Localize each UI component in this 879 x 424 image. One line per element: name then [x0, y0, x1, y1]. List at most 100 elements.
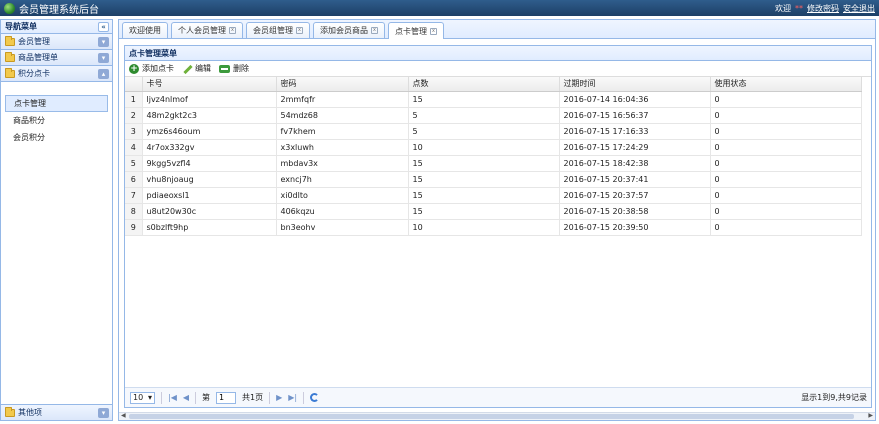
accordion-other[interactable]: 其他项 ▾	[1, 404, 112, 420]
scroll-right-icon[interactable]: ▶	[868, 412, 873, 419]
delete-button[interactable]: 删除	[219, 63, 249, 74]
pager-separator	[269, 391, 271, 404]
logout-link[interactable]: 安全退出	[843, 3, 875, 14]
scrollbar-thumb[interactable]	[129, 414, 854, 419]
table-cell: mbdav3x	[276, 155, 409, 172]
table-row[interactable]: 3 ymz6s46oum fv7khem 5 2016-07-15 17:16:33 0	[125, 123, 862, 140]
horizontal-scrollbar[interactable]: ◀ ▶	[119, 412, 875, 420]
chevron-up-icon[interactable]: ▴	[98, 68, 109, 79]
add-icon: +	[129, 63, 139, 74]
delete-label: 删除	[233, 64, 249, 73]
table-cell: 2016-07-15 16:56:37	[559, 107, 711, 124]
table-cell: exncj7h	[276, 171, 409, 188]
row-number: 1	[125, 91, 143, 108]
close-icon[interactable]: x	[296, 27, 303, 34]
chevron-down-icon[interactable]: ▾	[98, 407, 109, 418]
close-icon[interactable]: x	[229, 27, 236, 34]
table-cell: 0	[710, 155, 862, 172]
row-number: 7	[125, 187, 143, 204]
close-icon[interactable]: x	[371, 27, 378, 34]
sidebar-collapse-icon[interactable]: «	[98, 21, 109, 32]
sidebar-header: 导航菜单 «	[1, 20, 112, 34]
scroll-left-icon[interactable]: ◀	[121, 412, 126, 419]
table-cell: fv7khem	[276, 123, 409, 140]
table-row[interactable]: 1 ljvz4nlmof 2mmfqfr 15 2016-07-14 16:04:36 0	[125, 91, 862, 108]
table-row[interactable]: 9 s0bzlft9hp bn3eohv 10 2016-07-15 20:39:50 0	[125, 219, 862, 236]
sidebar-item-card-management[interactable]: 点卡管理	[5, 95, 108, 112]
chevron-down-icon[interactable]: ▾	[98, 52, 109, 63]
column-header[interactable]: 使用状态	[710, 77, 862, 92]
tab-welcome[interactable]: 欢迎使用	[122, 22, 168, 38]
table-row[interactable]: 4 4r7ox332gv x3xluwh 10 2016-07-15 17:24:29 0	[125, 139, 862, 156]
sidebar-item-goods-points[interactable]: 商品积分	[5, 112, 108, 129]
table-header-row: 卡号 密码 点数 过期时间 使用状态	[125, 77, 862, 92]
table-row[interactable]: 7 pdiaeoxsl1 xi0dlto 15 2016-07-15 20:37:57 0	[125, 187, 862, 204]
tab-member-groups[interactable]: 会员组管理 x	[246, 22, 310, 38]
table-cell: 15	[408, 91, 560, 108]
edit-label: 编辑	[195, 64, 211, 73]
table-cell: 2016-07-14 16:04:36	[559, 91, 711, 108]
table-cell: u8ut20w30c	[142, 203, 277, 220]
column-header[interactable]: 点数	[408, 77, 560, 92]
column-header[interactable]: 卡号	[142, 77, 277, 92]
app-title-area: 会员管理系统后台	[4, 1, 99, 16]
next-page-icon[interactable]: ▶	[276, 393, 282, 402]
table-cell: 0	[710, 203, 862, 220]
table-row[interactable]: 5 9kgg5vzfl4 mbdav3x 15 2016-07-15 18:42:38 0	[125, 155, 862, 172]
table-cell: 0	[710, 219, 862, 236]
app-logo-icon	[4, 2, 15, 14]
table-cell: vhu8njoaug	[142, 171, 277, 188]
table-cell: 0	[710, 107, 862, 124]
folder-icon	[5, 51, 15, 62]
close-icon[interactable]: x	[430, 27, 437, 35]
tab-label: 点卡管理	[395, 26, 427, 36]
page-total: 共1页	[242, 393, 264, 402]
tab-personal-members[interactable]: 个人会员管理 x	[171, 22, 243, 38]
edit-button[interactable]: 编辑	[182, 63, 211, 74]
page-prefix: 第	[202, 393, 211, 402]
chevron-down-icon[interactable]: ▾	[98, 36, 109, 47]
table-cell: 15	[408, 187, 560, 204]
table-cell: 2016-07-15 20:37:57	[559, 187, 711, 204]
table-cell: 10	[408, 219, 560, 236]
page-number-input[interactable]	[216, 391, 237, 404]
pager-separator	[303, 391, 305, 404]
column-header[interactable]: 过期时间	[559, 77, 711, 92]
sidebar-title: 导航菜单	[5, 22, 37, 31]
top-bar: 会员管理系统后台 欢迎 ** 修改密码 安全退出	[0, 0, 879, 16]
first-page-icon[interactable]: |◀	[168, 393, 177, 402]
pager-separator	[161, 391, 162, 404]
refresh-icon[interactable]	[310, 393, 320, 402]
accordion-goods-management[interactable]: 商品管理单 ▾	[1, 50, 112, 66]
accordion-label-wrap: 积分点卡	[5, 67, 50, 79]
row-number: 2	[125, 107, 143, 124]
column-header[interactable]: 密码	[276, 77, 409, 92]
table-cell: 15	[408, 171, 560, 188]
page-size-select[interactable]: 10 ▾	[130, 391, 155, 404]
prev-page-icon[interactable]: ◀	[183, 393, 189, 402]
app-title: 会员管理系统后台	[19, 4, 99, 16]
tab-label: 欢迎使用	[129, 26, 161, 35]
sidebar-item-member-points[interactable]: 会员积分	[5, 129, 108, 146]
accordion-points-cards[interactable]: 积分点卡 ▴	[1, 66, 112, 82]
table-cell: 2016-07-15 20:38:58	[559, 203, 711, 220]
change-password-link[interactable]: 修改密码	[807, 3, 839, 14]
row-number: 9	[125, 219, 143, 236]
table-cell: 4r7ox332gv	[142, 139, 277, 156]
accordion-member-management[interactable]: 会员管理 ▾	[1, 34, 112, 50]
folder-icon	[5, 35, 15, 46]
table-row[interactable]: 6 vhu8njoaug exncj7h 15 2016-07-15 20:37:41 0	[125, 171, 862, 188]
add-card-button[interactable]: + 添加点卡	[129, 63, 174, 74]
tab-card-management[interactable]: 点卡管理 x	[388, 22, 444, 39]
pager-separator	[195, 391, 197, 404]
tab-add-member-goods[interactable]: 添加会员商品 x	[313, 22, 385, 38]
table-cell: 0	[710, 187, 862, 204]
folder-icon	[5, 67, 15, 78]
welcome-text: 欢迎	[775, 3, 791, 13]
last-page-icon[interactable]: ▶|	[288, 393, 297, 402]
pager: 10 ▾ |◀ ◀ 第 共1页 ▶ ▶| 显示1到9,共9记录	[125, 387, 871, 407]
table-row[interactable]: 2 48m2gkt2c3 54mdz68 5 2016-07-15 16:56:37 0	[125, 107, 862, 124]
table-cell: 2016-07-15 18:42:38	[559, 155, 711, 172]
table-row[interactable]: 8 u8ut20w30c 406kqzu 15 2016-07-15 20:38:58 0	[125, 203, 862, 220]
table-cell: 2016-07-15 17:16:33	[559, 123, 711, 140]
